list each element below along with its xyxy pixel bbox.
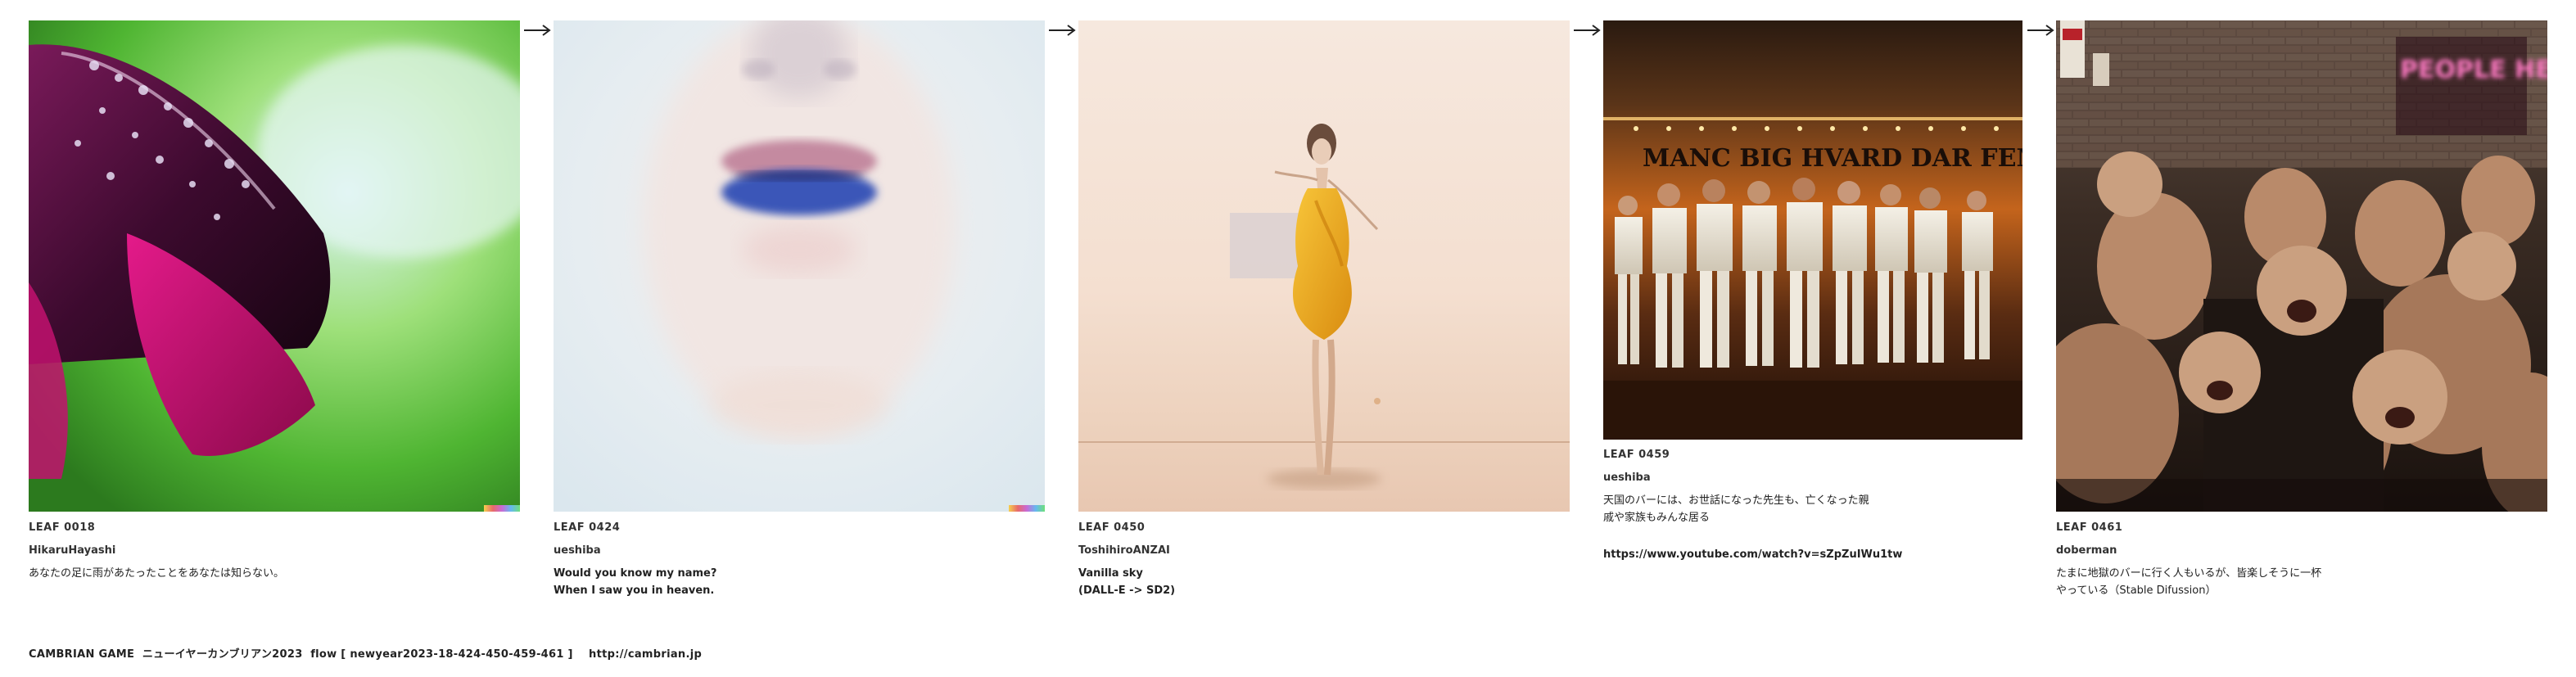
crowded-bar-image: PEOPLE HELL [2056,20,2547,512]
right-arrow-icon [524,25,551,36]
leaf-image[interactable]: MANC BIG HVARD DAR FEME AL HEA HAVEN HAE… [1603,20,2022,440]
leaf-image[interactable] [29,20,520,512]
palette-swatch [484,505,520,512]
leaf-id: LEAF 0018 [29,521,96,534]
leaf-meta: LEAF 0424 ueshiba Would you know my name… [554,521,716,599]
leaf-id: LEAF 0461 [2056,521,2123,534]
right-arrow-icon [2027,25,2054,36]
leaf-caption: あなたの足に雨があたったことをあなたは知らない。 [29,567,285,580]
sign-text: MANC BIG HVARD DAR FEME AL HEA HAVEN HAE… [1643,144,2022,173]
leaf-image[interactable] [554,20,1045,512]
palette-swatch [1009,505,1045,512]
leaf-id: LEAF 0450 [1078,521,1146,534]
men-in-white-suits-image: MANC BIG HVARD DAR FEME AL HEA HAVEN HAE… [1603,20,2022,440]
leaf-id: LEAF 0459 [1603,449,1670,461]
leaf-meta: LEAF 0459 ueshiba 天国のバーには、お世話になった先生も、亡くな… [1603,448,1902,562]
right-arrow-icon [1049,25,1076,36]
faded-face-image [554,20,1045,512]
leaf-author[interactable]: HikaruHayashi [29,544,284,558]
right-arrow-icon [1574,25,1601,36]
leaf-caption: Vanilla sky (DALL-E -> SD2) [1078,567,1176,597]
yellow-dress-image [1078,20,1570,512]
footer-info: CAMBRIAN GAME ニューイヤーカンブリアン2023 flow [ ne… [29,648,703,661]
leaf-meta: LEAF 0461 doberman たまに地獄のバーに行く人もいるが、皆楽しそ… [2056,521,2321,599]
leaf-author[interactable]: ueshiba [1603,471,1902,485]
leaf-link[interactable]: https://www.youtube.com/watch?v=sZpZuIWu… [1603,548,1902,562]
leaf-caption: Would you know my name? When I saw you i… [554,567,717,597]
leaf-caption: 天国のバーには、お世話になった先生も、亡くなった親 戚や家族もみんな居る [1603,494,1869,524]
neon-sign-text: PEOPLE HELL [2400,56,2547,84]
leaf-author[interactable]: ueshiba [554,544,716,558]
leaf-caption: たまに地獄のバーに行く人もいるが、皆楽しそうに一杯 やっている（Stable D… [2056,567,2322,597]
leaf-image[interactable] [1078,20,1570,512]
leaf-author[interactable]: ToshihiroANZAI [1078,544,1175,558]
leaf-meta: LEAF 0450 ToshihiroANZAI Vanilla sky (DA… [1078,521,1175,599]
leaf-image[interactable]: PEOPLE HELL [2056,20,2547,512]
rain-drops-flower-image [29,20,520,512]
leaf-meta: LEAF 0018 HikaruHayashi あなたの足に雨があたったことをあ… [29,521,284,582]
leaf-author[interactable]: doberman [2056,544,2321,558]
leaf-id: LEAF 0424 [554,521,621,534]
